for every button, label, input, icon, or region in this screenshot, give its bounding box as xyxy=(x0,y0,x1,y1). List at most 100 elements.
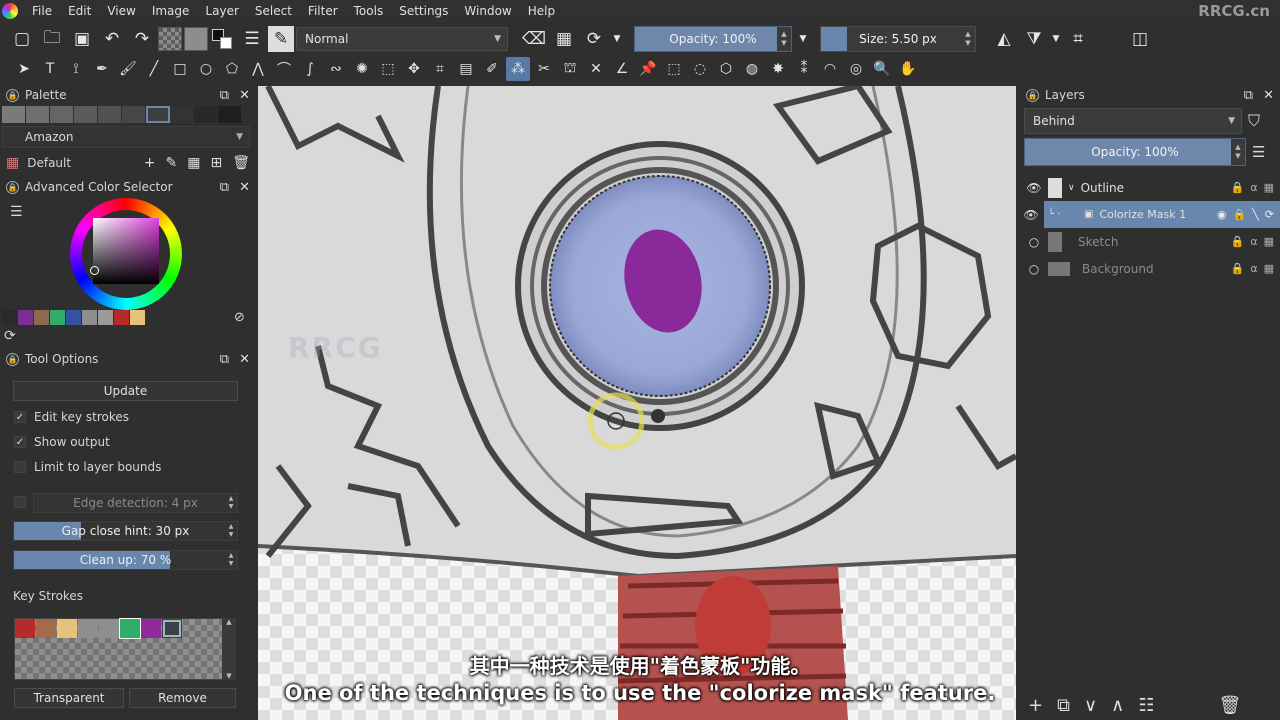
colorize-mask-tool-icon[interactable]: ⁂ xyxy=(506,57,530,81)
history-swatch[interactable] xyxy=(130,310,145,325)
palette-swatch[interactable] xyxy=(122,106,146,123)
fg-bg-color-icon[interactable] xyxy=(210,26,236,52)
color-picker-icon[interactable]: ✐ xyxy=(480,57,504,81)
edit-strokes-icon[interactable]: ╲ xyxy=(1252,208,1259,221)
key-stroke-swatch[interactable] xyxy=(141,619,161,638)
panel-toggle-icon[interactable]: ◫ xyxy=(1126,25,1154,53)
drawing-canvas[interactable]: RRCG xyxy=(258,86,1016,720)
selector-settings-icon[interactable]: ☰ xyxy=(10,204,23,220)
mirror-vertical-icon[interactable]: ⧩ xyxy=(1020,25,1048,53)
alpha-icon[interactable]: α xyxy=(1250,181,1257,194)
swatch-grid-icon[interactable]: ▦ xyxy=(187,155,200,171)
magnetic-select-icon[interactable]: ◎ xyxy=(844,57,868,81)
palette-swatch[interactable] xyxy=(218,106,242,123)
refresh-icon[interactable]: ⟳ xyxy=(1265,208,1274,221)
inherit-alpha-icon[interactable]: ▦ xyxy=(1264,235,1274,248)
measure-tool-icon[interactable]: ∠ xyxy=(610,57,634,81)
clear-history-icon[interactable]: ⊘ xyxy=(234,310,245,325)
chevron-down-icon[interactable]: ▼ xyxy=(794,25,812,53)
ellipse-tool-icon[interactable]: ○ xyxy=(194,57,218,81)
text-tool-icon[interactable]: T xyxy=(38,57,62,81)
wrap-around-icon[interactable]: ⌗ xyxy=(1064,25,1092,53)
key-stroke-swatch[interactable] xyxy=(36,619,56,638)
alpha-icon[interactable]: α xyxy=(1250,235,1257,248)
gradient-swatch[interactable] xyxy=(158,27,182,51)
bezier-select-icon[interactable]: ◠ xyxy=(818,57,842,81)
pattern-swatch[interactable] xyxy=(184,27,208,51)
layer-item[interactable]: ○ Background 🔒 α ▦ xyxy=(1020,255,1280,282)
gap-close-slider[interactable]: Gap close hint: 30 px ▲ ▼ xyxy=(13,521,238,541)
edit-shapes-icon[interactable]: ⟟ xyxy=(64,57,88,81)
clean-up-slider[interactable]: Clean up: 70 % ▲ ▼ xyxy=(13,550,238,570)
history-swatch[interactable] xyxy=(18,310,33,325)
palette-library-select[interactable]: Amazon ▼ xyxy=(2,126,250,148)
freehand-select-icon[interactable]: ◍ xyxy=(740,57,764,81)
reference-tool-icon[interactable]: 📌 xyxy=(636,57,660,81)
redo-icon[interactable]: ↷ xyxy=(128,25,156,53)
blend-mode-select[interactable]: Normal ▼ xyxy=(296,27,508,51)
float-icon[interactable]: ⧉ xyxy=(1244,88,1253,103)
lock-icon[interactable]: 🔒 xyxy=(6,352,19,366)
edge-detection-checkbox[interactable] xyxy=(14,496,26,508)
chevron-down-icon[interactable]: ▼ xyxy=(610,25,624,53)
mirror-horizontal-icon[interactable]: ◭ xyxy=(990,25,1018,53)
menu-tools[interactable]: Tools xyxy=(346,4,392,18)
close-icon[interactable]: ✕ xyxy=(239,352,250,367)
edit-key-strokes-checkbox[interactable]: ✓ Edit key strokes xyxy=(0,404,256,429)
pan-tool-icon[interactable]: ✋ xyxy=(896,57,920,81)
chevron-down-icon[interactable]: ▼ xyxy=(1050,25,1062,53)
layer-item[interactable]: 👁 └ · ▣ Colorize Mask 1 ◉ 🔒 ╲ ⟳ xyxy=(1023,201,1280,228)
save-icon[interactable]: ▣ xyxy=(68,25,96,53)
lock-icon[interactable]: 🔒 xyxy=(1026,88,1039,102)
ellipse-select-icon[interactable]: ◌ xyxy=(688,57,712,81)
layer-opacity-slider[interactable]: Opacity: 100% ▲ ▼ xyxy=(1024,138,1246,166)
opacity-slider[interactable]: Opacity: 100% ▲ ▼ xyxy=(634,26,792,52)
history-swatch[interactable] xyxy=(98,310,113,325)
multibrush-icon[interactable]: ✺ xyxy=(350,57,374,81)
lock-icon[interactable]: 🔒 xyxy=(1231,181,1245,194)
line-tool-icon[interactable]: ╱ xyxy=(142,57,166,81)
key-stroke-swatch[interactable] xyxy=(99,619,119,638)
layer-blend-select[interactable]: Behind ▼ xyxy=(1024,108,1242,134)
move-tool-icon[interactable]: ✥ xyxy=(402,57,426,81)
brush-preset-icon[interactable]: ✎ xyxy=(268,26,294,52)
freehand-brush-icon[interactable]: 🖌 xyxy=(116,57,140,81)
zoom-tool-icon[interactable]: 🔍 xyxy=(870,57,894,81)
menu-layer[interactable]: Layer xyxy=(197,4,246,18)
key-stroke-swatch[interactable] xyxy=(119,618,141,639)
palette-set-name[interactable]: Default xyxy=(27,156,71,170)
palette-swatch[interactable] xyxy=(50,106,74,123)
select-shape-icon[interactable]: ➤ xyxy=(12,57,36,81)
crop-tool-icon[interactable]: ⌗ xyxy=(428,57,452,81)
palette-swatch[interactable] xyxy=(146,106,170,123)
palette-grid-icon[interactable]: ⊞ xyxy=(210,155,222,171)
assistant-tool-icon[interactable]: ✕ xyxy=(584,57,608,81)
lock-icon[interactable]: 🔒 xyxy=(6,88,19,102)
saturation-value-square[interactable] xyxy=(93,218,159,284)
inherit-alpha-icon[interactable]: ▦ xyxy=(1264,181,1274,194)
menu-filter[interactable]: Filter xyxy=(300,4,346,18)
refresh-icon[interactable]: ⟳ xyxy=(4,328,16,344)
fill-tool-icon[interactable]: ⛫ xyxy=(558,57,582,81)
alpha-icon[interactable]: α xyxy=(1250,262,1257,275)
menu-edit[interactable]: Edit xyxy=(60,4,99,18)
expand-icon[interactable]: ∨ xyxy=(1068,183,1075,193)
eye-hidden-icon[interactable]: ○ xyxy=(1026,262,1042,276)
layer-item[interactable]: 👁 ∨ Outline 🔒 α ▦ xyxy=(1020,174,1280,201)
menu-select[interactable]: Select xyxy=(247,4,300,18)
palette-swatch[interactable] xyxy=(170,106,194,123)
lock-icon[interactable]: 🔒 xyxy=(1232,208,1246,221)
eraser-icon[interactable]: ⌫ xyxy=(520,25,548,53)
menu-image[interactable]: Image xyxy=(144,4,198,18)
history-swatch[interactable] xyxy=(82,310,97,325)
add-icon[interactable]: + xyxy=(144,155,156,171)
color-wheel[interactable] xyxy=(70,198,182,310)
smart-patch-icon[interactable]: ✂ xyxy=(532,57,556,81)
limit-bounds-checkbox[interactable]: Limit to layer bounds xyxy=(0,454,256,479)
history-swatch[interactable] xyxy=(50,310,65,325)
polygon-select-icon[interactable]: ⬡ xyxy=(714,57,738,81)
lock-icon[interactable]: 🔒 xyxy=(1231,235,1245,248)
polygon-tool-icon[interactable]: ⬠ xyxy=(220,57,244,81)
lock-icon[interactable]: 🔒 xyxy=(1231,262,1245,275)
history-swatch[interactable] xyxy=(66,310,81,325)
